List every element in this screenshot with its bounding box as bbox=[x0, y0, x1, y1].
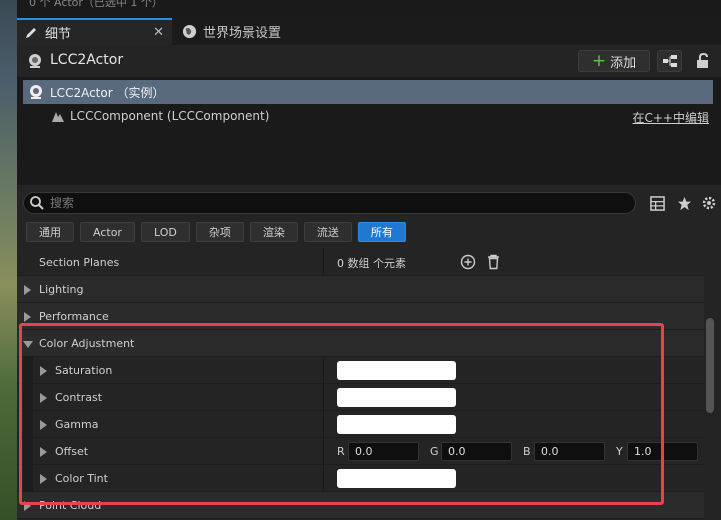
category-performance[interactable]: Performance bbox=[17, 303, 704, 330]
filter-rendering[interactable]: 渲染 bbox=[249, 222, 298, 242]
filter-all[interactable]: 所有 bbox=[357, 222, 406, 242]
component-icon bbox=[52, 112, 64, 122]
tab-bar: 细节 ✕ 世界场景设置 bbox=[17, 15, 721, 45]
scrollbar[interactable] bbox=[706, 318, 714, 413]
expand-arrow-icon[interactable] bbox=[40, 366, 47, 376]
property-gamma: Gamma bbox=[17, 411, 704, 438]
tab-details[interactable]: 细节 ✕ bbox=[17, 18, 172, 45]
category-color-adjustment[interactable]: Color Adjustment bbox=[17, 330, 704, 357]
category-filters: 通用 Actor LOD 杂项 渲染 流送 所有 bbox=[26, 222, 406, 242]
top-strip: 0 个 Actor（已选中 1 个） bbox=[17, 0, 721, 15]
offset-g-field[interactable]: 0.0 bbox=[441, 442, 512, 461]
favorites-button[interactable] bbox=[675, 194, 693, 212]
property-offset: Offset R 0.0 G 0.0 B 0.0 Y 1.0 bbox=[17, 438, 704, 465]
offset-r-field[interactable]: 0.0 bbox=[348, 442, 419, 461]
actor-title: LCC2Actor bbox=[50, 52, 124, 68]
pencil-icon bbox=[23, 25, 39, 41]
globe-icon bbox=[181, 24, 197, 40]
tree-item-component[interactable]: LCCComponent (LCCComponent) bbox=[23, 105, 713, 127]
search-bar bbox=[23, 192, 636, 214]
search-input[interactable] bbox=[50, 196, 590, 210]
category-lighting[interactable]: Lighting bbox=[17, 276, 704, 303]
filter-lod[interactable]: LOD bbox=[140, 222, 190, 242]
blueprint-button[interactable] bbox=[657, 50, 682, 72]
filter-misc[interactable]: 杂项 bbox=[195, 222, 244, 242]
expand-arrow-icon[interactable] bbox=[40, 393, 47, 403]
table-icon bbox=[649, 195, 665, 211]
table-view-button[interactable] bbox=[648, 194, 666, 212]
color-tint-swatch[interactable] bbox=[337, 469, 456, 488]
filter-streaming[interactable]: 流送 bbox=[303, 222, 352, 242]
expand-arrow-icon bbox=[24, 501, 31, 511]
filter-general[interactable]: 通用 bbox=[26, 222, 74, 242]
expand-arrow-icon[interactable] bbox=[40, 420, 47, 430]
edit-in-cpp-link[interactable]: 在C++中编辑 bbox=[633, 109, 710, 126]
expand-arrow-icon bbox=[24, 285, 31, 295]
gear-icon bbox=[702, 196, 716, 210]
filter-actor[interactable]: Actor bbox=[80, 222, 135, 242]
search-icon bbox=[30, 196, 44, 210]
offset-y-field[interactable]: 1.0 bbox=[627, 442, 698, 461]
expand-arrow-icon[interactable] bbox=[40, 447, 47, 457]
saturation-color-swatch[interactable] bbox=[337, 361, 456, 380]
close-icon[interactable]: ✕ bbox=[153, 25, 164, 40]
component-tree: LCC2Actor （实例） LCCComponent (LCCComponen… bbox=[17, 77, 721, 185]
offset-vector: R 0.0 G 0.0 B 0.0 Y 1.0 bbox=[337, 442, 709, 461]
trash-icon[interactable] bbox=[486, 254, 501, 274]
plus-icon: + bbox=[591, 50, 607, 71]
actor-icon bbox=[30, 85, 42, 99]
property-saturation: Saturation bbox=[17, 357, 704, 384]
property-section-planes: Section Planes 0 数组 个元素 bbox=[17, 249, 704, 276]
tab-details-label: 细节 bbox=[45, 27, 72, 42]
offset-b-field[interactable]: 0.0 bbox=[534, 442, 605, 461]
tree-item-actor[interactable]: LCC2Actor （实例） bbox=[23, 80, 713, 104]
collapse-arrow-icon bbox=[23, 341, 33, 348]
details-header: LCC2Actor + 添加 bbox=[17, 45, 721, 77]
viewport-edge bbox=[0, 0, 17, 520]
gamma-color-swatch[interactable] bbox=[337, 415, 456, 434]
lock-button[interactable] bbox=[693, 51, 713, 71]
category-point-cloud[interactable]: Point Cloud bbox=[17, 492, 704, 519]
contrast-color-swatch[interactable] bbox=[337, 388, 456, 407]
expand-arrow-icon[interactable] bbox=[40, 474, 47, 484]
property-color-tint: Color Tint bbox=[17, 465, 704, 492]
add-component-button[interactable]: + 添加 bbox=[578, 50, 650, 72]
star-icon bbox=[677, 196, 691, 210]
property-contrast: Contrast bbox=[17, 384, 704, 411]
tab-world-settings-label: 世界场景设置 bbox=[203, 26, 282, 41]
settings-button[interactable] bbox=[700, 194, 718, 212]
unlock-icon bbox=[697, 53, 708, 68]
actor-icon bbox=[27, 53, 43, 69]
tab-world-settings[interactable]: 世界场景设置 bbox=[177, 18, 281, 45]
expand-arrow-icon bbox=[24, 312, 31, 322]
details-panel: LCC2Actor + 添加 LCC2Actor （实例） LCCCompone… bbox=[17, 45, 721, 520]
property-grid: Section Planes 0 数组 个元素 Lighting Perform… bbox=[17, 249, 704, 519]
add-element-icon[interactable] bbox=[460, 254, 476, 274]
blueprint-icon bbox=[662, 55, 677, 67]
